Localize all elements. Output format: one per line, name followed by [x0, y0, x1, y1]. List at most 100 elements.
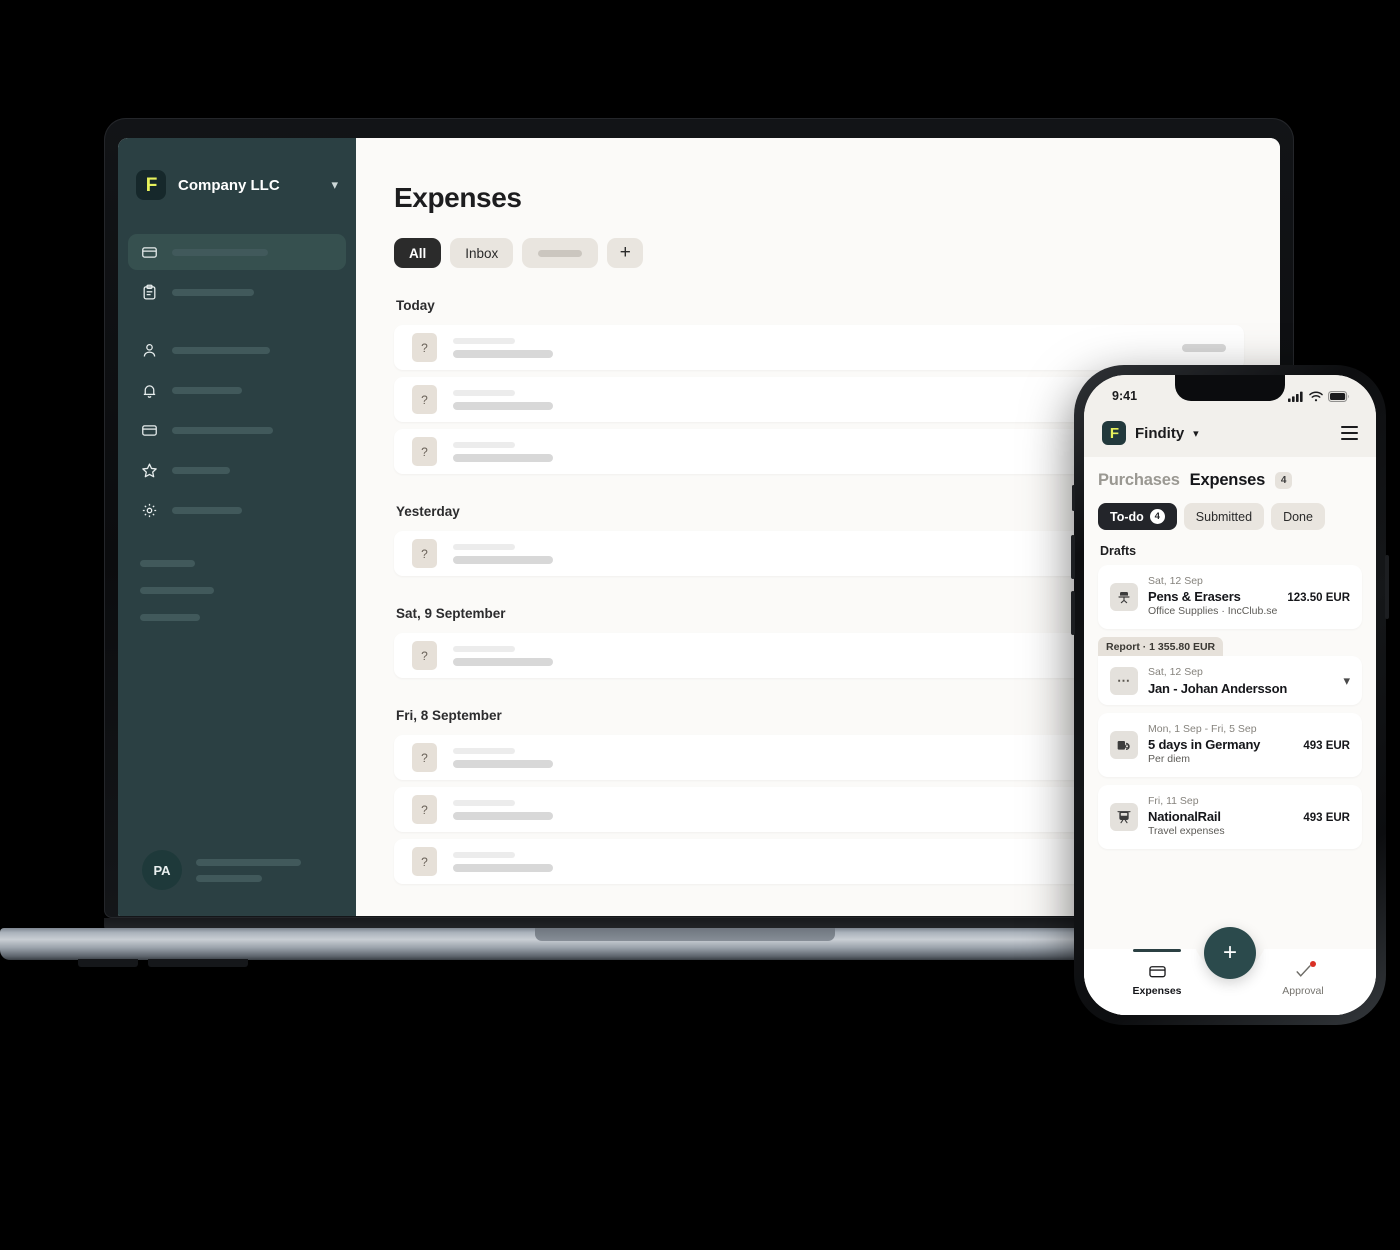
- chevron-down-icon[interactable]: ▾: [331, 177, 338, 193]
- tab-placeholder[interactable]: [522, 238, 599, 268]
- list-item-amount: 123.50 EUR: [1287, 592, 1350, 605]
- sidebar: F Company LLC ▾ PA: [118, 138, 356, 916]
- phone-filter-chips: To-do 4 Submitted Done: [1098, 503, 1362, 530]
- person-icon: [140, 341, 158, 359]
- tab-all[interactable]: All: [394, 238, 442, 268]
- sidebar-item-people[interactable]: [128, 332, 346, 368]
- list-item-info: Sat, 12 Sep Jan - Johan Andersson: [1148, 665, 1327, 695]
- list-item-date: Mon, 1 Sep - Fri, 5 Sep: [1148, 722, 1257, 735]
- tab-expenses[interactable]: Expenses: [1190, 471, 1266, 490]
- expense-filter-tabs: All Inbox +: [394, 238, 1280, 268]
- findity-logo-icon: F: [136, 170, 166, 200]
- sidebar-footer-skeleton[interactable]: [140, 587, 214, 594]
- list-item-name: Jan - Johan Andersson: [1148, 680, 1288, 696]
- active-tab-indicator: [1133, 949, 1181, 952]
- sidebar-item-reports[interactable]: [128, 274, 346, 310]
- report-tag: Report · 1 355.80 EUR: [1098, 637, 1224, 657]
- list-item-name: 5 days in Germany: [1148, 736, 1261, 752]
- tab-inbox[interactable]: Inbox: [450, 238, 514, 268]
- date-group-header: Today: [396, 298, 435, 313]
- sidebar-item-favorites[interactable]: [128, 452, 346, 488]
- logo-glyph: F: [1109, 424, 1119, 442]
- power-button[interactable]: [1385, 555, 1389, 619]
- volume-up-button[interactable]: [1071, 535, 1075, 579]
- volume-down-button[interactable]: [1071, 591, 1075, 635]
- sidebar-footer-skeleton[interactable]: [140, 614, 200, 621]
- row-amount-skeleton: [1182, 343, 1226, 352]
- mute-switch[interactable]: [1072, 485, 1075, 511]
- section-title-drafts: Drafts: [1100, 544, 1137, 558]
- table-row[interactable]: ?: [394, 325, 1244, 370]
- hamburger-icon[interactable]: [1341, 426, 1358, 440]
- sidebar-item-notifications[interactable]: [128, 372, 346, 408]
- signal-icon: [1288, 391, 1304, 402]
- list-item-info: Fri, 11 Sep NationalRail 493 EUR Travel …: [1148, 794, 1350, 840]
- expenses-count-badge: 4: [1275, 472, 1293, 489]
- list-item-amount: 493 EUR: [1303, 739, 1350, 752]
- sidebar-footer-skeleton[interactable]: [140, 560, 195, 567]
- list-item[interactable]: Mon, 1 Sep - Fri, 5 Sep 5 days in German…: [1098, 712, 1362, 777]
- row-skeleton-lines: [453, 337, 1182, 358]
- report-group: Report · 1 355.80 EUR ⋯ Sat, 12 Sep Jan …: [1098, 637, 1362, 705]
- check-icon: [1293, 961, 1316, 981]
- filter-todo[interactable]: To-do 4: [1098, 503, 1177, 530]
- receipt-placeholder-icon: ?: [412, 539, 437, 568]
- list-item[interactable]: ⋯ Sat, 12 Sep Jan - Johan Andersson ▾: [1098, 656, 1362, 705]
- filter-todo-label: To-do: [1110, 509, 1144, 524]
- user-role-skeleton: [196, 874, 262, 882]
- tab-purchases[interactable]: Purchases: [1098, 471, 1180, 490]
- sidebar-item-label-skeleton: [172, 506, 242, 514]
- receipt-placeholder-icon: ?: [412, 847, 437, 876]
- list-item-subtitle: Office Supplies · IncClub.se: [1148, 605, 1278, 618]
- list-item-amount: 493 EUR: [1303, 811, 1350, 824]
- receipt-placeholder-icon: ?: [412, 743, 437, 772]
- chevron-down-icon[interactable]: ▾: [1337, 673, 1350, 689]
- sidebar-item-expenses[interactable]: [128, 234, 346, 270]
- tab-label-skeleton: [538, 249, 583, 257]
- list-item-date: Sat, 12 Sep: [1148, 666, 1203, 679]
- filter-submitted[interactable]: Submitted: [1183, 503, 1265, 530]
- list-item[interactable]: Fri, 11 Sep NationalRail 493 EUR Travel …: [1098, 784, 1362, 849]
- list-item-title-row: Jan - Johan Andersson: [1148, 681, 1327, 696]
- list-item-title-row: NationalRail 493 EUR: [1148, 809, 1350, 824]
- screenshot-stage: F Company LLC ▾ PA Expenses All Inbox + …: [0, 0, 1400, 1250]
- sidebar-nav: [118, 234, 356, 532]
- chevron-down-icon[interactable]: ▾: [1193, 427, 1199, 440]
- status-icons: [1288, 390, 1350, 402]
- list-item-info: Mon, 1 Sep - Fri, 5 Sep 5 days in German…: [1148, 722, 1350, 768]
- workspace-switcher[interactable]: F Company LLC ▾: [118, 156, 356, 208]
- list-item-date: Fri, 11 Sep: [1148, 794, 1199, 807]
- phone-app-header: F Findity ▾: [1084, 409, 1376, 457]
- list-item-title-row: Pens & Erasers 123.50 EUR: [1148, 589, 1350, 604]
- list-item-subtitle: Travel expenses: [1148, 824, 1225, 837]
- sidebar-item-settings[interactable]: [128, 492, 346, 528]
- phone-main-tabs: Purchases Expenses 4: [1098, 471, 1362, 490]
- laptop-base: [0, 918, 1294, 967]
- list-item[interactable]: Sat, 12 Sep Pens & Erasers 123.50 EUR Of…: [1098, 565, 1362, 629]
- add-expense-fab[interactable]: +: [1204, 927, 1256, 979]
- phone-screen: 9:41 F Findity ▾ Purchases Expenses 4 To…: [1084, 375, 1376, 1015]
- battery-icon: [1328, 390, 1350, 402]
- findity-logo-icon: F: [1102, 421, 1126, 445]
- app-brand-name: Findity: [1135, 424, 1185, 442]
- receipt-placeholder-icon: ?: [412, 385, 437, 414]
- list-item-subtitle: Per diem: [1148, 752, 1191, 765]
- sidebar-item-cards[interactable]: [128, 412, 346, 448]
- bell-icon: [140, 381, 158, 399]
- avatar: PA: [142, 850, 182, 890]
- list-item-name: Pens & Erasers: [1148, 589, 1241, 605]
- notification-dot-badge: [1310, 961, 1316, 967]
- add-tab-button[interactable]: +: [607, 238, 644, 268]
- sidebar-item-label-skeleton: [172, 466, 230, 474]
- list-item-name: NationalRail: [1148, 808, 1221, 824]
- sidebar-item-label-skeleton: [172, 426, 273, 434]
- filter-done[interactable]: Done: [1271, 503, 1325, 530]
- sidebar-user-profile[interactable]: PA: [118, 850, 356, 916]
- list-item-title-row: 5 days in Germany 493 EUR: [1148, 737, 1350, 752]
- receipt-placeholder-icon: ?: [412, 437, 437, 466]
- clipboard-icon: [140, 283, 158, 301]
- star-icon: [140, 461, 158, 479]
- list-item-info: Sat, 12 Sep Pens & Erasers 123.50 EUR Of…: [1148, 574, 1350, 620]
- tab-approval-label: Approval: [1282, 985, 1324, 997]
- phone-notch: [1175, 375, 1285, 401]
